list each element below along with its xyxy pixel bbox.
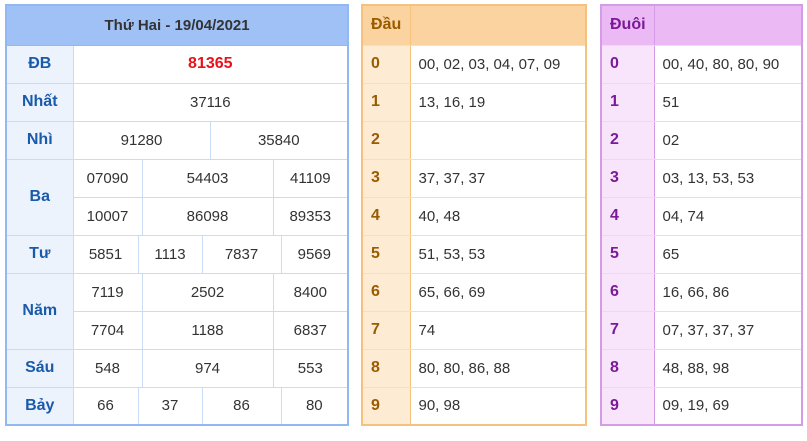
prize-fifth-value: 2502 — [141, 272, 274, 312]
duoi-key: 2 — [601, 121, 655, 160]
duoi-values: 48, 88, 98 — [654, 349, 802, 388]
duoi-values: 09, 19, 69 — [654, 387, 802, 426]
prize-label-fourth: Tư — [5, 234, 74, 274]
dau-header: Đầu — [362, 5, 411, 46]
prize-label-special: ĐB — [5, 44, 74, 84]
duoi-values: 00, 40, 80, 80, 90 — [654, 45, 802, 84]
results-table: Thứ Hai - 19/04/2021 ĐB 81365 Nhất 37116… — [5, 4, 350, 426]
duoi-key: 5 — [601, 235, 655, 274]
prize-fourth-value: 7837 — [201, 234, 282, 274]
prize-fifth-value: 7704 — [72, 310, 143, 350]
dau-key: 2 — [362, 121, 411, 160]
prize-label-first: Nhất — [5, 82, 74, 122]
dau-key: 8 — [362, 349, 411, 388]
prize-third-value: 89353 — [272, 196, 349, 236]
duoi-values: 16, 66, 86 — [654, 273, 802, 312]
prize-third-value: 41109 — [272, 158, 349, 198]
duoi-values: 07, 37, 37, 37 — [654, 311, 802, 350]
duoi-key: 1 — [601, 83, 655, 122]
dau-values: 00, 02, 03, 04, 07, 09 — [410, 45, 586, 84]
prize-fifth-value: 8400 — [272, 272, 349, 312]
dau-key: 6 — [362, 273, 411, 312]
prize-label-second: Nhì — [5, 120, 74, 160]
prize-seventh-value: 37 — [137, 386, 203, 426]
dau-key: 4 — [362, 197, 411, 236]
dau-values: 74 — [410, 311, 586, 350]
prize-seventh-value: 80 — [280, 386, 349, 426]
prize-first-value: 37116 — [72, 82, 349, 122]
dau-values: 51, 53, 53 — [410, 235, 586, 274]
duoi-values: 02 — [654, 121, 802, 160]
prize-third-value: 54403 — [141, 158, 274, 198]
duoi-values: 65 — [654, 235, 802, 274]
dau-key: 9 — [362, 387, 411, 426]
prize-third-value: 86098 — [141, 196, 274, 236]
prize-sixth-value: 974 — [141, 348, 274, 388]
duoi-key: 8 — [601, 349, 655, 388]
duoi-values: 03, 13, 53, 53 — [654, 159, 802, 198]
prize-fourth-value: 5851 — [72, 234, 139, 274]
dau-values: 13, 16, 19 — [410, 83, 586, 122]
prize-third-value: 07090 — [72, 158, 143, 198]
duoi-values: 51 — [654, 83, 802, 122]
dau-key: 1 — [362, 83, 411, 122]
dau-values: 37, 37, 37 — [410, 159, 586, 198]
duoi-key: 9 — [601, 387, 655, 426]
duoi-key: 0 — [601, 45, 655, 84]
duoi-header-blank — [654, 5, 802, 46]
duoi-header: Đuôi — [601, 5, 655, 46]
dau-values: 40, 48 — [410, 197, 586, 236]
duoi-key: 4 — [601, 197, 655, 236]
prize-label-sixth: Sáu — [5, 348, 74, 388]
prize-second-value: 35840 — [209, 120, 349, 160]
dau-key: 5 — [362, 235, 411, 274]
prize-fourth-value: 9569 — [280, 234, 349, 274]
duoi-values: 04, 74 — [654, 197, 802, 236]
duoi-key: 7 — [601, 311, 655, 350]
prize-sixth-value: 548 — [72, 348, 143, 388]
duoi-table: Đuôi 0 00, 40, 80, 80, 90 1 51 2 02 3 03, 13… — [600, 4, 803, 426]
prize-label-seventh: Bảy — [5, 386, 74, 426]
prize-fifth-value: 1188 — [141, 310, 274, 350]
prize-fourth-value: 1113 — [137, 234, 203, 274]
prize-seventh-value: 66 — [72, 386, 139, 426]
prize-fifth-value: 7119 — [72, 272, 143, 312]
prize-label-third: Ba — [5, 158, 74, 236]
prize-sixth-value: 553 — [272, 348, 349, 388]
dau-key: 0 — [362, 45, 411, 84]
prize-third-value: 10007 — [72, 196, 143, 236]
results-date-title: Thứ Hai - 19/04/2021 — [5, 4, 349, 46]
prize-second-value: 91280 — [72, 120, 211, 160]
dau-values: 65, 66, 69 — [410, 273, 586, 312]
dau-header-blank — [410, 5, 586, 46]
dau-values: 80, 80, 86, 88 — [410, 349, 586, 388]
dau-key: 7 — [362, 311, 411, 350]
dau-values: 90, 98 — [410, 387, 586, 426]
prize-special-value: 81365 — [72, 44, 349, 84]
dau-key: 3 — [362, 159, 411, 198]
dau-values — [410, 121, 586, 160]
dau-table: Đầu 0 00, 02, 03, 04, 07, 09 1 13, 16, 19 … — [361, 4, 587, 426]
prize-fifth-value: 6837 — [272, 310, 349, 350]
duoi-key: 6 — [601, 273, 655, 312]
duoi-key: 3 — [601, 159, 655, 198]
prize-seventh-value: 86 — [201, 386, 282, 426]
prize-label-fifth: Năm — [5, 272, 74, 350]
